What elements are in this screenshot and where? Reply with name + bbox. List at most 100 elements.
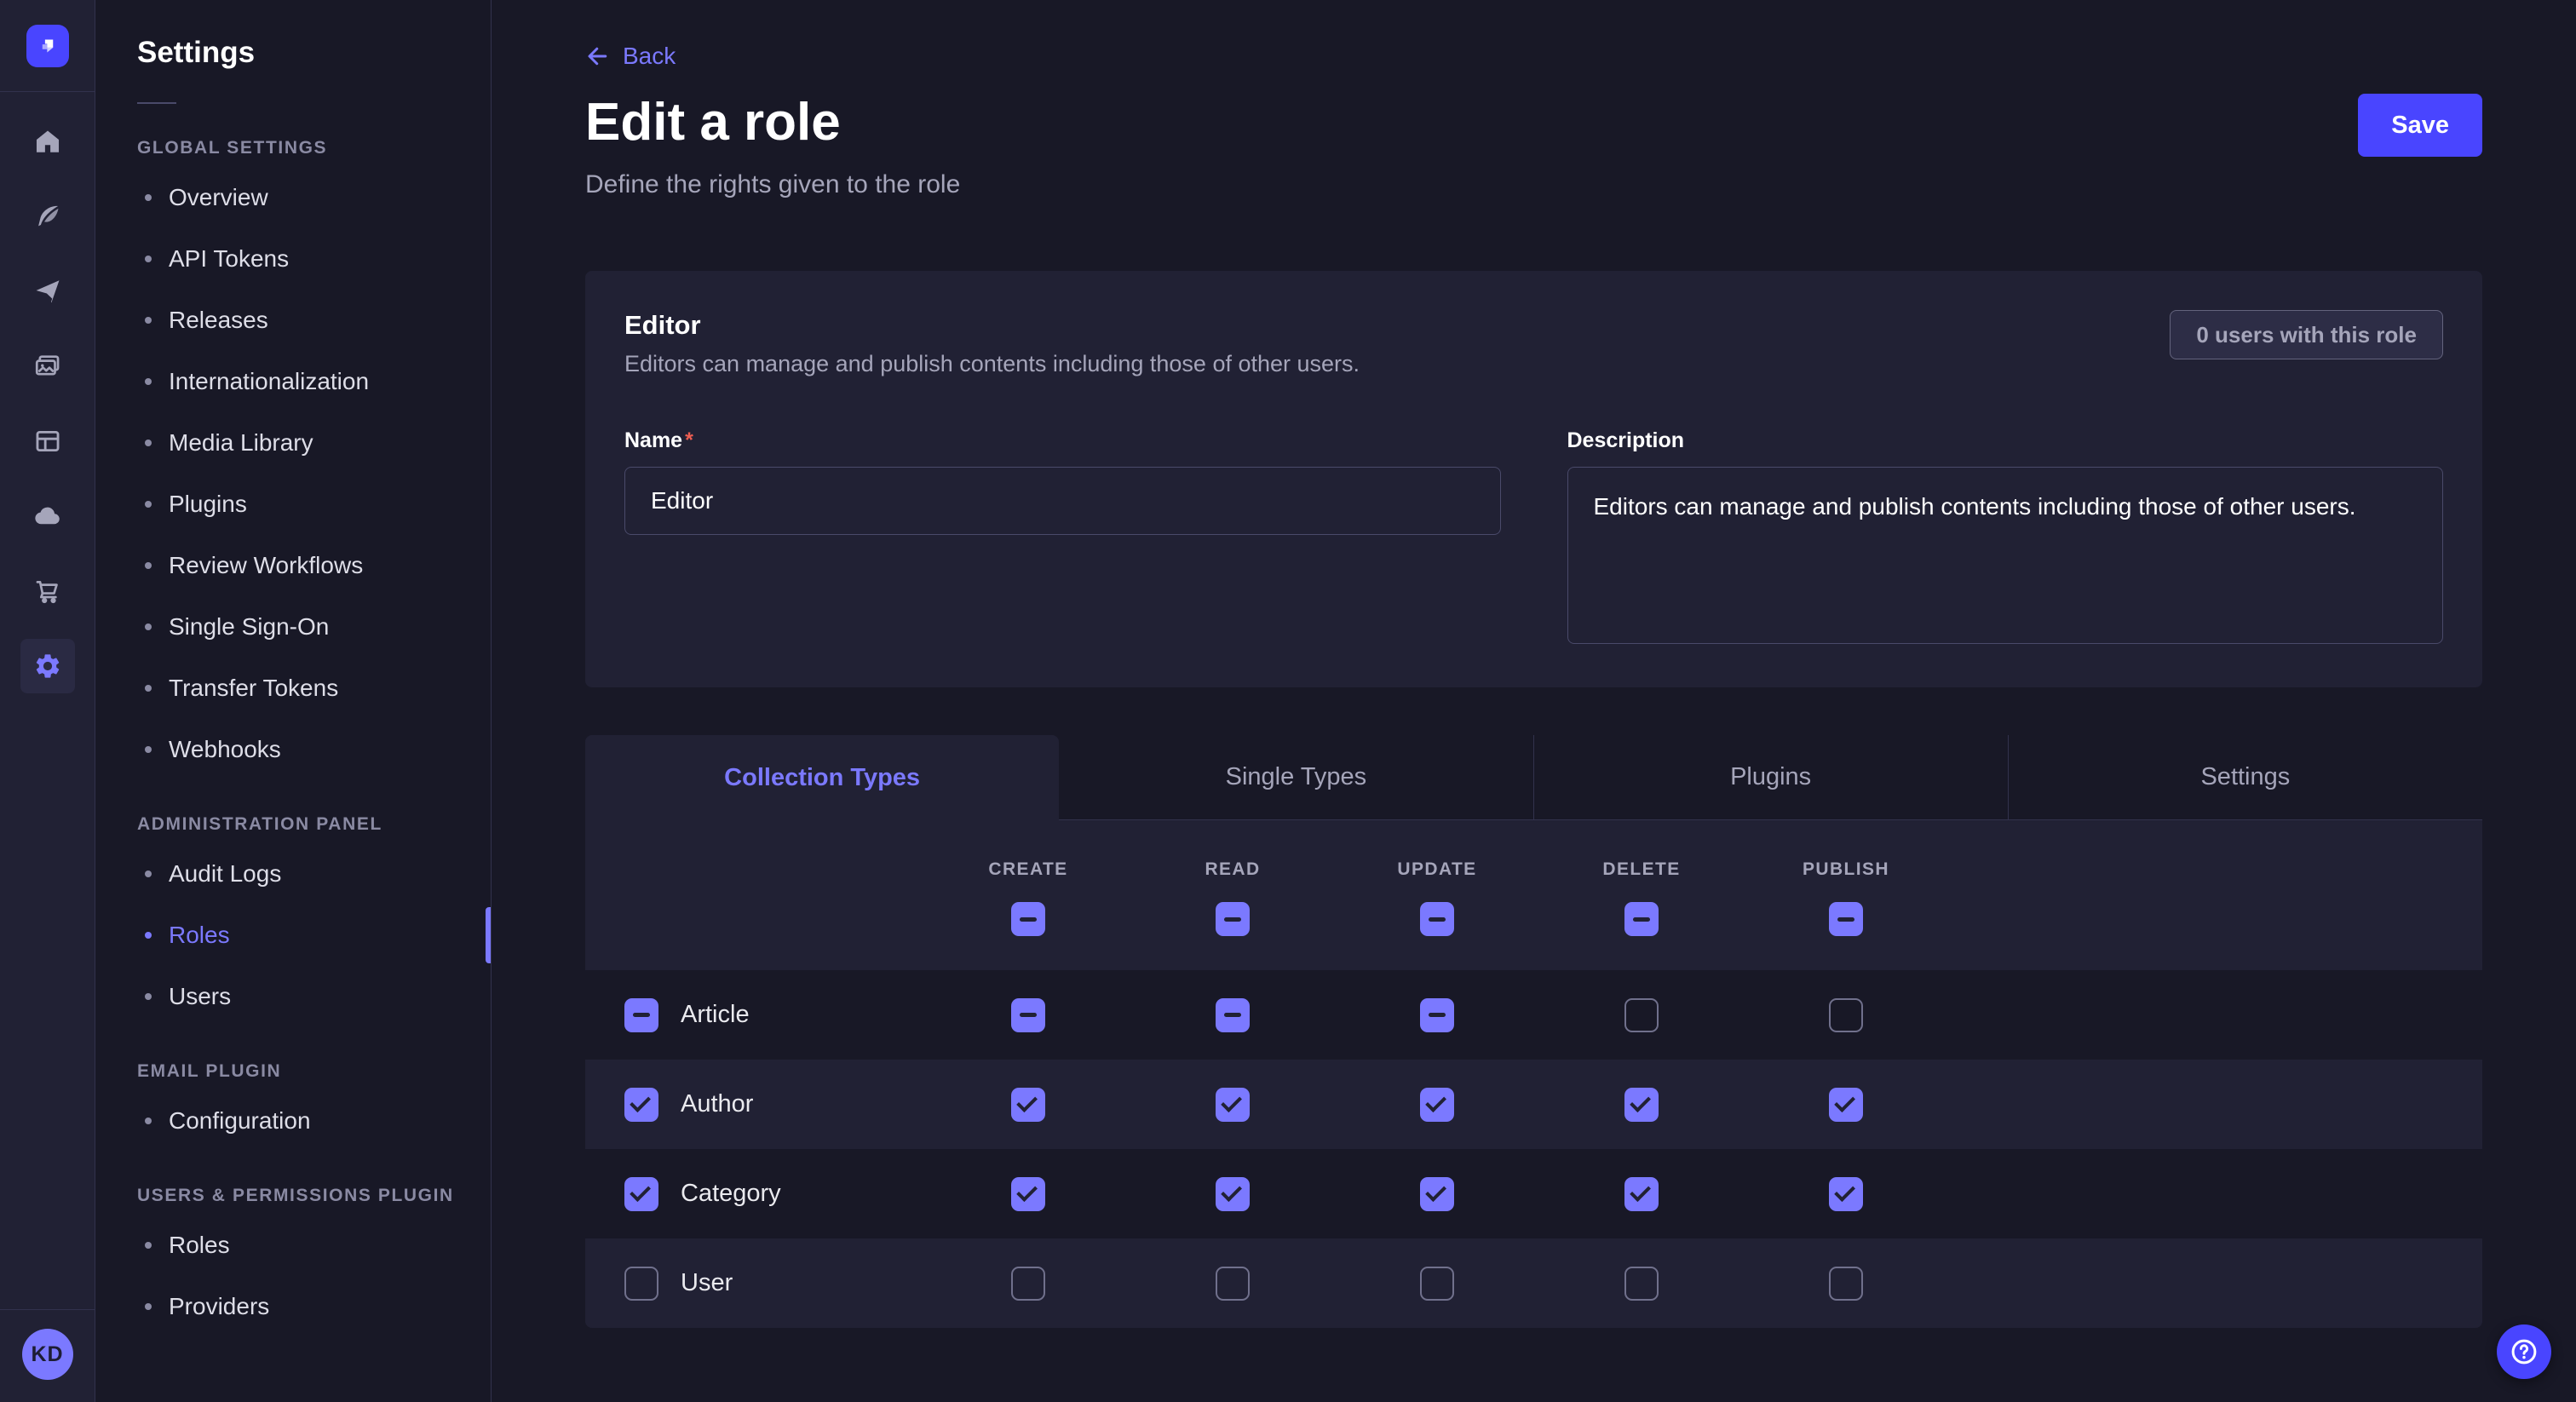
select-all-cell	[1335, 902, 1539, 936]
sidebar-item-plugins[interactable]: Plugins	[95, 474, 491, 535]
select-all-create-checkbox[interactable]	[1011, 902, 1045, 936]
author-create-checkbox[interactable]	[1011, 1088, 1045, 1122]
sidebar-item-label: Providers	[169, 1293, 269, 1320]
column-header-read: READ	[1130, 859, 1335, 880]
sidebar-item-label: Transfer Tokens	[169, 675, 338, 702]
required-asterisk: *	[685, 428, 693, 452]
user-delete-checkbox[interactable]	[1624, 1267, 1659, 1301]
sidebar-item-label: Webhooks	[169, 736, 281, 763]
user-read-checkbox[interactable]	[1216, 1267, 1250, 1301]
tab-plugins[interactable]: Plugins	[1533, 735, 2008, 820]
tab-single-types[interactable]: Single Types	[1059, 735, 1532, 820]
tab-settings[interactable]: Settings	[2008, 735, 2482, 820]
author-read-checkbox[interactable]	[1216, 1088, 1250, 1122]
category-update-checkbox[interactable]	[1420, 1177, 1454, 1211]
permissions-header: CREATEREADUPDATEDELETEPUBLISH	[585, 820, 2482, 970]
bullet-icon	[145, 932, 152, 939]
cloud-icon[interactable]	[10, 479, 85, 554]
article-read-checkbox[interactable]	[1216, 998, 1250, 1032]
user-publish-checkbox[interactable]	[1829, 1267, 1863, 1301]
permission-row-author: Author	[585, 1060, 2482, 1149]
permissions-panel: CREATEREADUPDATEDELETEPUBLISH Article Aut…	[585, 820, 2482, 1328]
sidebar-item-webhooks[interactable]: Webhooks	[95, 719, 491, 780]
row-label-cell: Author	[585, 1088, 926, 1122]
nav-rail: KD	[0, 0, 95, 1402]
author-update-checkbox[interactable]	[1420, 1088, 1454, 1122]
sidebar-item-providers[interactable]: Providers	[95, 1276, 491, 1337]
sidebar-section-global-settings: GLOBAL SETTINGSOverviewAPI TokensRelease…	[95, 138, 491, 780]
cart-icon[interactable]	[10, 554, 85, 629]
sidebar-item-users[interactable]: Users	[95, 966, 491, 1027]
permission-columns: CREATEREADUPDATEDELETEPUBLISH	[585, 859, 2482, 880]
paper-plane-icon[interactable]	[10, 254, 85, 329]
sidebar-item-api-tokens[interactable]: API Tokens	[95, 228, 491, 290]
layout-icon[interactable]	[10, 404, 85, 479]
users-with-role-button[interactable]: 0 users with this role	[2170, 310, 2443, 359]
role-name-heading: Editor	[624, 310, 1360, 341]
permission-cell	[1335, 998, 1539, 1032]
article-create-checkbox[interactable]	[1011, 998, 1045, 1032]
sidebar-item-label: Media Library	[169, 429, 313, 457]
category-create-checkbox[interactable]	[1011, 1177, 1045, 1211]
avatar[interactable]: KD	[22, 1329, 73, 1380]
article-select-checkbox[interactable]	[624, 998, 658, 1032]
bullet-icon	[145, 501, 152, 508]
category-delete-checkbox[interactable]	[1624, 1177, 1659, 1211]
description-textarea[interactable]: Editors can manage and publish contents …	[1567, 467, 2444, 644]
sidebar-item-single-sign-on[interactable]: Single Sign-On	[95, 596, 491, 658]
tab-collection-types[interactable]: Collection Types	[585, 735, 1059, 820]
gear-icon[interactable]	[20, 639, 75, 693]
permission-cell	[1744, 1088, 1948, 1122]
sidebar-item-roles[interactable]: Roles	[95, 1215, 491, 1276]
sidebar-item-configuration[interactable]: Configuration	[95, 1090, 491, 1152]
main-content: Back Edit a role Save Define the rights …	[492, 0, 2576, 1402]
article-delete-checkbox[interactable]	[1624, 998, 1659, 1032]
permission-cell	[1335, 1177, 1539, 1211]
author-delete-checkbox[interactable]	[1624, 1088, 1659, 1122]
sidebar-section-label: USERS & PERMISSIONS PLUGIN	[95, 1186, 491, 1206]
sidebar-item-media-library[interactable]: Media Library	[95, 412, 491, 474]
sidebar-section-label: ADMINISTRATION PANEL	[95, 814, 491, 835]
sidebar-item-label: Audit Logs	[169, 860, 281, 888]
category-select-checkbox[interactable]	[624, 1177, 658, 1211]
select-all-read-checkbox[interactable]	[1216, 902, 1250, 936]
column-header-update: UPDATE	[1335, 859, 1539, 880]
category-read-checkbox[interactable]	[1216, 1177, 1250, 1211]
permission-cell	[1744, 998, 1948, 1032]
sidebar-item-audit-logs[interactable]: Audit Logs	[95, 843, 491, 905]
page-subtitle: Define the rights given to the role	[585, 170, 2482, 199]
help-button[interactable]	[2497, 1324, 2551, 1379]
sidebar-item-overview[interactable]: Overview	[95, 167, 491, 228]
permission-cell	[1130, 998, 1335, 1032]
bullet-icon	[145, 993, 152, 1000]
user-create-checkbox[interactable]	[1011, 1267, 1045, 1301]
name-input[interactable]	[624, 467, 1501, 535]
sidebar-item-roles[interactable]: Roles	[95, 905, 491, 966]
sidebar-item-internationalization[interactable]: Internationalization	[95, 351, 491, 412]
select-all-delete-checkbox[interactable]	[1624, 902, 1659, 936]
back-link[interactable]: Back	[585, 43, 676, 70]
sidebar-item-releases[interactable]: Releases	[95, 290, 491, 351]
permission-row-article: Article	[585, 970, 2482, 1060]
author-select-checkbox[interactable]	[624, 1088, 658, 1122]
select-all-publish-checkbox[interactable]	[1829, 902, 1863, 936]
user-update-checkbox[interactable]	[1420, 1267, 1454, 1301]
sidebar-item-transfer-tokens[interactable]: Transfer Tokens	[95, 658, 491, 719]
article-publish-checkbox[interactable]	[1829, 998, 1863, 1032]
home-icon[interactable]	[10, 104, 85, 179]
author-publish-checkbox[interactable]	[1829, 1088, 1863, 1122]
select-all-update-checkbox[interactable]	[1420, 902, 1454, 936]
feather-icon[interactable]	[10, 179, 85, 254]
sidebar-item-label: Configuration	[169, 1107, 311, 1135]
media-library-icon[interactable]	[10, 329, 85, 404]
strapi-logo-icon[interactable]	[26, 25, 69, 67]
description-label: Description	[1567, 428, 2444, 453]
permission-cell	[1130, 1177, 1335, 1211]
sidebar-item-review-workflows[interactable]: Review Workflows	[95, 535, 491, 596]
save-button[interactable]: Save	[2358, 94, 2482, 157]
user-select-checkbox[interactable]	[624, 1267, 658, 1301]
title-row: Edit a role Save	[585, 94, 2482, 157]
article-update-checkbox[interactable]	[1420, 998, 1454, 1032]
category-publish-checkbox[interactable]	[1829, 1177, 1863, 1211]
permission-cell	[926, 998, 1130, 1032]
